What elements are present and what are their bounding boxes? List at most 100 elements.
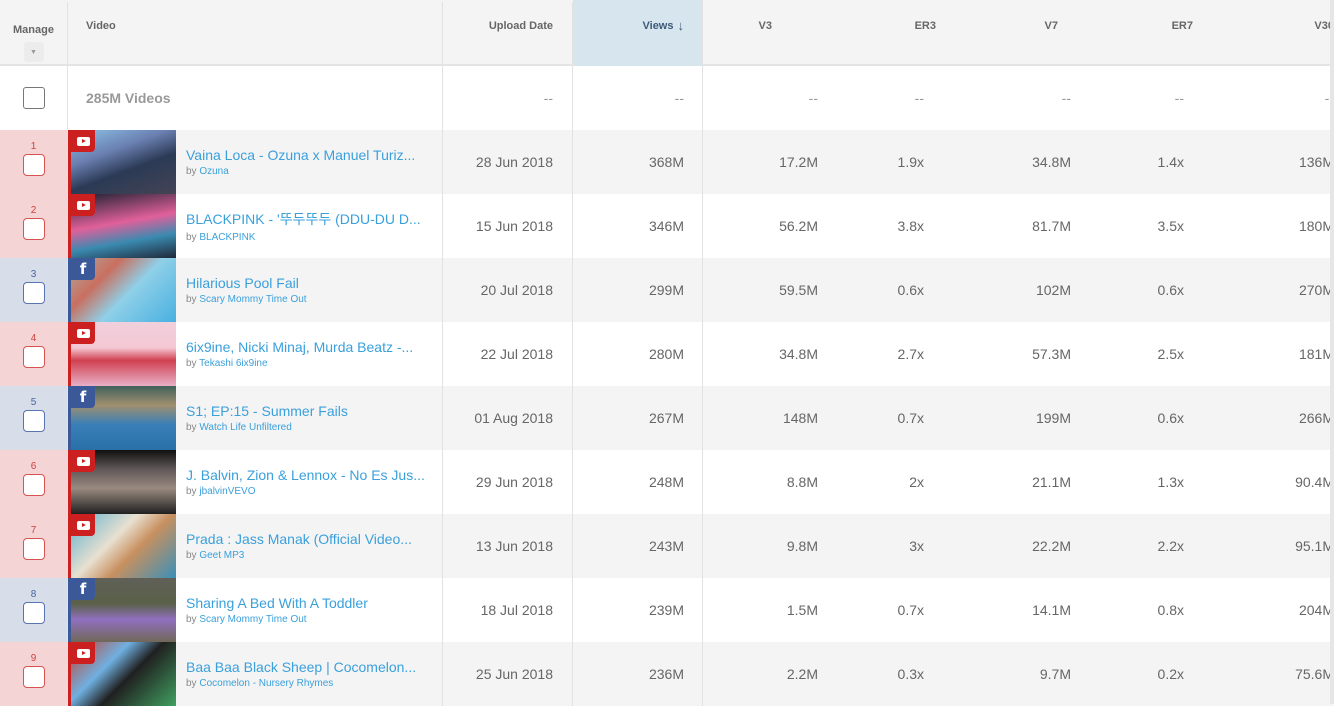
- video-info: Vaina Loca - Ozuna x Manuel Turiz... by …: [176, 147, 415, 177]
- v3: 34.8M: [779, 346, 818, 362]
- video-thumbnail[interactable]: [68, 642, 176, 706]
- table-row[interactable]: 5 f S1; EP:15 - Summer Fails by Watch Li…: [0, 386, 1334, 450]
- video-thumbnail[interactable]: [68, 450, 176, 514]
- row-checkbox[interactable]: 4: [22, 334, 45, 368]
- channel-link[interactable]: BLACKPINK: [199, 232, 255, 243]
- video-info: Sharing A Bed With A Toddler by Scary Mo…: [176, 595, 368, 625]
- channel-link[interactable]: jbalvinVEVO: [199, 486, 255, 497]
- er7: 1.4x: [1157, 154, 1184, 170]
- row-checkbox[interactable]: 7: [22, 526, 45, 560]
- v7: 34.8M: [1032, 154, 1071, 170]
- channel-link[interactable]: Ozuna: [199, 166, 228, 177]
- upload-date: 29 Jun 2018: [443, 450, 573, 514]
- v3: 148M: [782, 410, 818, 426]
- manage-dropdown-button[interactable]: ▼: [23, 42, 44, 62]
- header-v30[interactable]: V30: [1248, 2, 1334, 64]
- select-cell: 8: [0, 578, 68, 642]
- header-v3[interactable]: V3: [703, 2, 858, 64]
- video-cell: BLACKPINK - '뚜두뚜두 (DDU-DU D... by BLACKP…: [68, 194, 443, 258]
- facebook-icon: f: [71, 258, 95, 280]
- video-title-link[interactable]: Hilarious Pool Fail: [186, 275, 307, 291]
- video-title-link[interactable]: Baa Baa Black Sheep | Cocomelon...: [186, 659, 416, 675]
- er3: 1.9x: [897, 154, 924, 170]
- header-upload-date[interactable]: Upload Date: [443, 2, 573, 64]
- channel-link[interactable]: Scary Mommy Time Out: [199, 294, 306, 305]
- views: 346M: [573, 194, 703, 258]
- youtube-icon: [71, 194, 95, 216]
- views: 248M: [573, 450, 703, 514]
- channel-link[interactable]: Scary Mommy Time Out: [199, 614, 306, 625]
- row-checkbox[interactable]: 8: [22, 590, 45, 624]
- by-prefix: by: [186, 550, 197, 561]
- video-info: Prada : Jass Manak (Official Video... by…: [176, 531, 412, 561]
- table-body: 1 Vaina Loca - Ozuna x Manuel Turiz... b…: [0, 130, 1334, 706]
- row-checkbox[interactable]: 6: [22, 462, 45, 496]
- er3: 3.8x: [897, 218, 924, 234]
- video-thumbnail[interactable]: f: [68, 386, 176, 450]
- video-thumbnail[interactable]: f: [68, 258, 176, 322]
- channel-link[interactable]: Cocomelon - Nursery Rhymes: [199, 678, 333, 689]
- header-er7[interactable]: ER7: [1118, 2, 1248, 64]
- select-all-checkbox[interactable]: [22, 87, 45, 109]
- table-row[interactable]: 6 J. Balvin, Zion & Lennox - No Es Jus..…: [0, 450, 1334, 514]
- video-thumbnail[interactable]: [68, 130, 176, 194]
- table-row[interactable]: 7 Prada : Jass Manak (Official Video... …: [0, 514, 1334, 578]
- video-thumbnail[interactable]: [68, 194, 176, 258]
- video-title-link[interactable]: S1; EP:15 - Summer Fails: [186, 403, 348, 419]
- row-checkbox[interactable]: 3: [22, 270, 45, 304]
- rank-number: 2: [30, 205, 37, 216]
- table-row[interactable]: 8 f Sharing A Bed With A Toddler by Scar…: [0, 578, 1334, 642]
- header-views[interactable]: Views ↓: [573, 0, 703, 66]
- by-prefix: by: [186, 486, 197, 497]
- video-cell: Baa Baa Black Sheep | Cocomelon... by Co…: [68, 642, 443, 706]
- views: 280M: [573, 322, 703, 386]
- table-row[interactable]: 4 6ix9ine, Nicki Minaj, Murda Beatz -...…: [0, 322, 1334, 386]
- video-title-link[interactable]: J. Balvin, Zion & Lennox - No Es Jus...: [186, 467, 425, 483]
- v7: 199M: [1035, 410, 1071, 426]
- v3: 56.2M: [779, 218, 818, 234]
- select-cell: 2: [0, 194, 68, 258]
- table-row[interactable]: 2 BLACKPINK - '뚜두뚜두 (DDU-DU D... by BLAC…: [0, 194, 1334, 258]
- er7: 0.8x: [1157, 602, 1184, 618]
- views: 299M: [573, 258, 703, 322]
- v3: 17.2M: [779, 154, 818, 170]
- header-video[interactable]: Video: [68, 2, 443, 64]
- video-info: J. Balvin, Zion & Lennox - No Es Jus... …: [176, 467, 425, 497]
- upload-date: 28 Jun 2018: [443, 130, 573, 194]
- v30: 75.6M: [1295, 666, 1334, 682]
- by-prefix: by: [186, 294, 197, 305]
- rank-number: 9: [30, 653, 37, 664]
- table-row[interactable]: 9 Baa Baa Black Sheep | Cocomelon... by …: [0, 642, 1334, 706]
- play-icon: [76, 200, 90, 210]
- row-checkbox[interactable]: 9: [22, 654, 45, 688]
- video-title-link[interactable]: Sharing A Bed With A Toddler: [186, 595, 368, 611]
- summary-views: --: [573, 66, 703, 130]
- table-row[interactable]: 1 Vaina Loca - Ozuna x Manuel Turiz... b…: [0, 130, 1334, 194]
- video-title-link[interactable]: BLACKPINK - '뚜두뚜두 (DDU-DU D...: [186, 209, 421, 229]
- row-checkbox[interactable]: 2: [22, 206, 45, 240]
- header-er3[interactable]: ER3: [858, 2, 988, 64]
- video-title-link[interactable]: 6ix9ine, Nicki Minaj, Murda Beatz -...: [186, 339, 413, 355]
- video-title-link[interactable]: Vaina Loca - Ozuna x Manuel Turiz...: [186, 147, 415, 163]
- rank-number: 8: [30, 589, 37, 600]
- channel-link[interactable]: Geet MP3: [199, 550, 244, 561]
- video-byline: by Scary Mommy Time Out: [186, 294, 307, 305]
- video-cell: f S1; EP:15 - Summer Fails by Watch Life…: [68, 386, 443, 450]
- row-checkbox[interactable]: 1: [22, 142, 45, 176]
- video-thumbnail[interactable]: [68, 322, 176, 386]
- youtube-icon: [71, 514, 95, 536]
- video-byline: by jbalvinVEVO: [186, 486, 425, 497]
- v3: 59.5M: [779, 282, 818, 298]
- header-v7[interactable]: V7: [988, 2, 1118, 64]
- er3: 0.7x: [897, 602, 924, 618]
- rank-number: 4: [30, 333, 37, 344]
- video-title-link[interactable]: Prada : Jass Manak (Official Video...: [186, 531, 412, 547]
- v7: 21.1M: [1032, 474, 1071, 490]
- scrollbar[interactable]: [1330, 0, 1334, 704]
- row-checkbox[interactable]: 5: [22, 398, 45, 432]
- table-row[interactable]: 3 f Hilarious Pool Fail by Scary Mommy T…: [0, 258, 1334, 322]
- channel-link[interactable]: Watch Life Unfiltered: [199, 422, 291, 433]
- video-thumbnail[interactable]: [68, 514, 176, 578]
- video-thumbnail[interactable]: f: [68, 578, 176, 642]
- channel-link[interactable]: Tekashi 6ix9ine: [199, 358, 267, 369]
